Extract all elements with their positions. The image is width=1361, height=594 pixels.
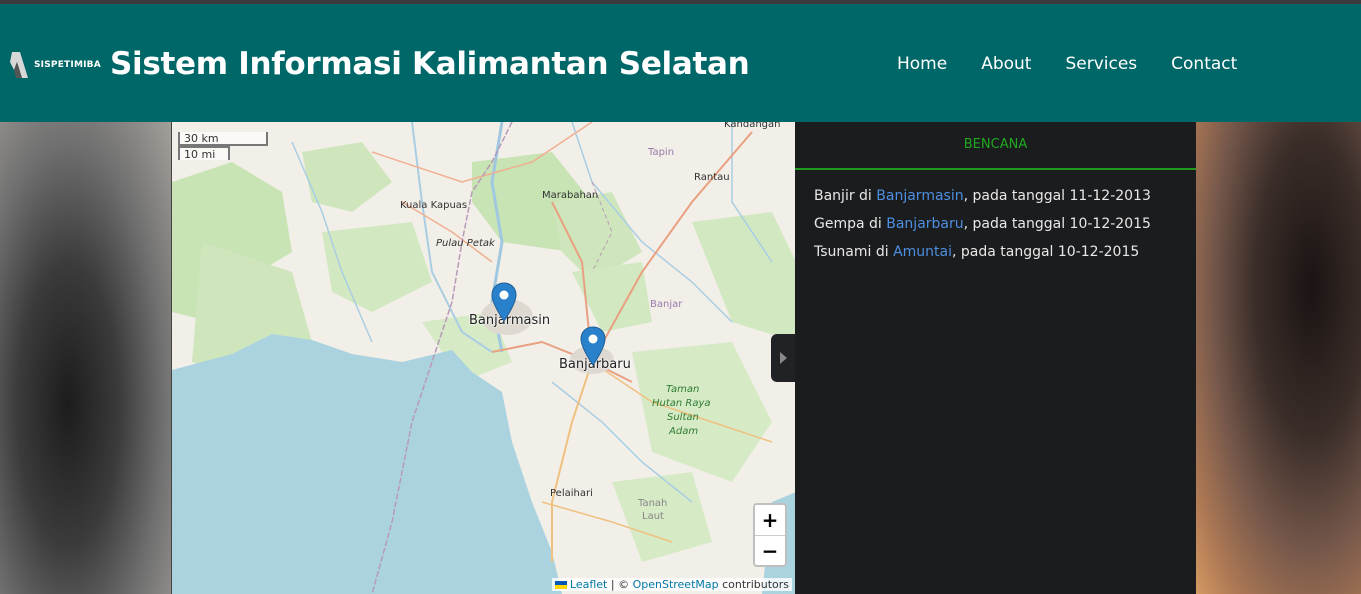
event-suffix: , pada tanggal 10-12-2015 [951, 244, 1140, 260]
event-item: Banjir di Banjarmasin, pada tanggal 11-1… [814, 182, 1177, 210]
place-tanah-line2: Laut [642, 511, 664, 522]
scale-km: 30 km [178, 132, 268, 146]
event-prefix: Banjir di [814, 188, 877, 204]
scale-mi: 10 mi [178, 146, 230, 161]
map-tiles [172, 122, 796, 594]
leaflet-link[interactable]: Leaflet [570, 578, 607, 591]
tab-bencana[interactable]: BENCANA [795, 122, 1196, 170]
logo-icon [10, 52, 28, 78]
logo-text: SISPETIMIBA [34, 60, 101, 70]
map-marker-banjarmasin[interactable] [491, 282, 517, 322]
background-fire-right [1196, 122, 1361, 594]
disaster-panel: BENCANA Banjir di Banjarmasin, pada tang… [795, 122, 1196, 594]
event-list: Banjir di Banjarmasin, pada tanggal 11-1… [795, 170, 1196, 278]
zoom-control: + − [753, 503, 787, 567]
place-taman-line1: Taman [666, 384, 700, 395]
event-item: Tsunami di Amuntai, pada tanggal 10-12-2… [814, 238, 1177, 266]
event-prefix: Gempa di [814, 216, 887, 232]
map-attribution: Leaflet | © OpenStreetMap contributors [551, 578, 792, 591]
place-banjar: Banjar [650, 299, 683, 310]
attribution-suffix: contributors [718, 578, 789, 591]
place-taman-line2: Hutan Raya [652, 398, 711, 409]
sidebar-toggle-button[interactable] [771, 334, 795, 382]
map-pin-icon [580, 326, 606, 366]
place-tanah-line1: Tanah [638, 498, 668, 509]
event-suffix: , pada tanggal 10-12-2015 [963, 216, 1151, 232]
place-kuala-kapuas: Kuala Kapuas [400, 200, 468, 211]
logo[interactable]: SISPETIMIBA [8, 50, 101, 80]
zoom-out-button[interactable]: − [755, 535, 785, 565]
event-place-link[interactable]: Banjarbaru [886, 216, 963, 232]
event-place-link[interactable]: Amuntai [893, 244, 952, 260]
place-pulau-petak: Pulau Petak [436, 238, 495, 249]
nav-services[interactable]: Services [1048, 52, 1154, 76]
event-place-link[interactable]: Banjarmasin [876, 188, 963, 204]
main-nav: Home About Services Contact [880, 52, 1254, 76]
place-pelaihari: Pelaihari [550, 488, 593, 499]
event-item: Gempa di Banjarbaru, pada tanggal 10-12-… [814, 210, 1177, 238]
attribution-separator: | © [607, 578, 633, 591]
nav-contact[interactable]: Contact [1154, 52, 1254, 76]
ukraine-flag-icon [554, 581, 567, 589]
background-storm-left [0, 122, 171, 594]
navbar: SISPETIMIBA Sistem Informasi Kalimantan … [0, 4, 1361, 122]
osm-link[interactable]: OpenStreetMap [633, 578, 719, 591]
place-kandangan: Kandangan [724, 122, 781, 130]
place-rantau: Rantau [694, 172, 730, 183]
zoom-in-button[interactable]: + [755, 505, 785, 535]
place-taman-line3: Sultan [667, 412, 699, 423]
event-prefix: Tsunami di [814, 244, 894, 260]
place-tapin: Tapin [648, 147, 675, 158]
map-marker-banjarbaru[interactable] [580, 326, 606, 366]
site-title: Sistem Informasi Kalimantan Selatan [110, 46, 750, 82]
nav-home[interactable]: Home [880, 52, 964, 76]
event-suffix: , pada tanggal 11-12-2013 [963, 188, 1151, 204]
map-scale: 30 km 10 mi [178, 132, 268, 161]
caret-right-icon [780, 352, 787, 364]
nav-about[interactable]: About [964, 52, 1048, 76]
map-view[interactable]: 30 km 10 mi Kandangan Tapin Rantau Marab… [171, 122, 796, 594]
map-pin-icon [491, 282, 517, 322]
place-taman-line4: Adam [669, 426, 699, 437]
place-marabahan: Marabahan [542, 190, 599, 201]
